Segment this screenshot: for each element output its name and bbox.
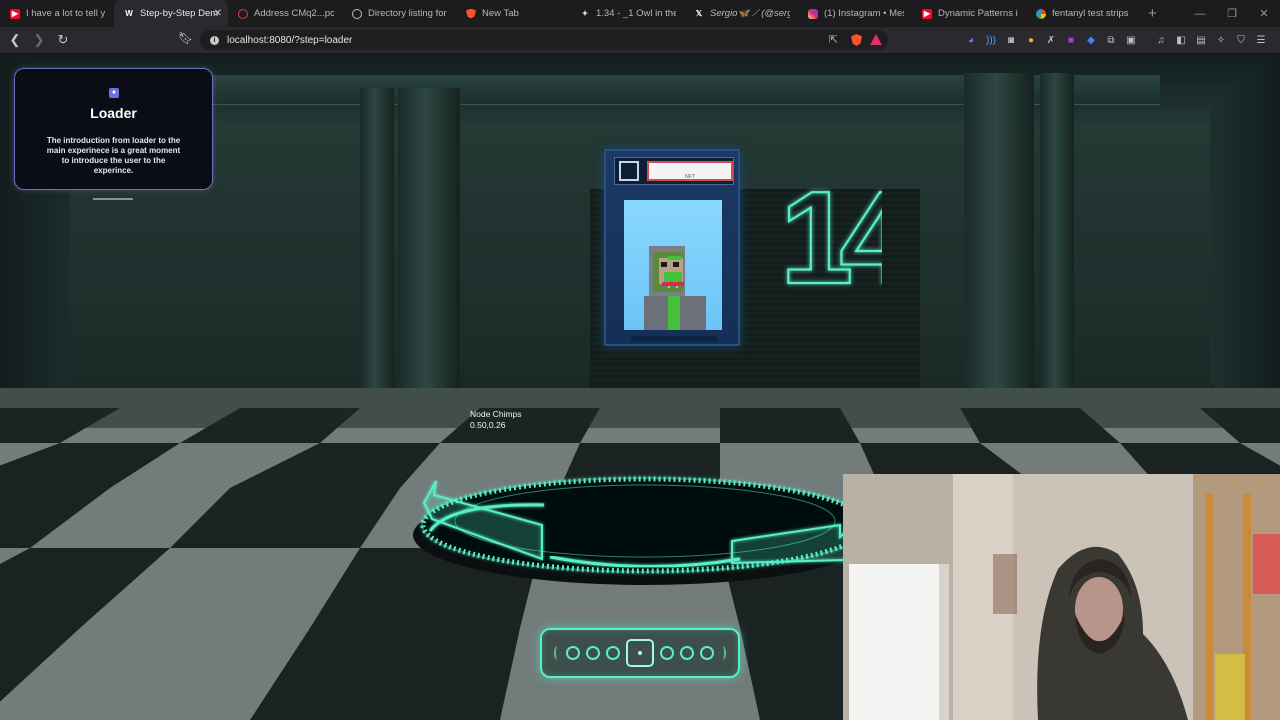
step-dot[interactable]	[660, 646, 674, 660]
card-divider	[93, 198, 133, 200]
frame-logo-icon	[619, 161, 639, 181]
tab-title: Directory listing for /	[368, 8, 448, 19]
tab-title: Sergio🦋 ⟋ (@sergio	[710, 8, 790, 19]
address-bar[interactable]: i localhost:8080/?step=loader ⇱	[200, 30, 888, 50]
step-dot[interactable]	[700, 646, 714, 660]
url-text[interactable]: localhost:8080/?step=loader	[227, 35, 352, 46]
extension-icon[interactable]: ✗	[1044, 33, 1058, 47]
nft-label: NFT	[647, 161, 733, 181]
tab-google[interactable]: fentanyl test strips - G	[1026, 0, 1140, 27]
bookmark-icon[interactable]: 🔖︎	[178, 31, 193, 45]
webcam-feed	[843, 474, 1280, 720]
tab-title: Address CMq2...pcrF	[254, 8, 334, 19]
tab-instagram[interactable]: (1) Instagram • Messa	[798, 0, 912, 27]
hologram-platform[interactable]	[410, 433, 880, 593]
restore-icon[interactable]: ❐	[1216, 0, 1248, 27]
close-tab-icon[interactable]: ✕	[214, 8, 222, 19]
tab-title: fentanyl test strips - G	[1052, 8, 1132, 19]
youtube-icon: ▶	[10, 8, 20, 19]
stepper-left-edge	[554, 646, 560, 660]
neon-numeral-text: 14	[780, 175, 882, 291]
step-dot[interactable]	[606, 646, 620, 660]
step-title: Loader	[90, 105, 137, 121]
google-icon	[1036, 8, 1046, 19]
back-icon[interactable]: ❮	[5, 30, 25, 50]
w-logo-icon: W	[125, 8, 133, 18]
globe-icon	[352, 8, 362, 19]
app-icon: ✦	[581, 8, 589, 18]
share-icon[interactable]: ⇱	[829, 33, 838, 46]
tab-title: (1) Instagram • Messa	[824, 8, 904, 19]
step-info-card: ● Loader The introduction from loader to…	[14, 68, 213, 190]
split-view-icon[interactable]: ◧	[1174, 33, 1188, 47]
tab-step-by-step[interactable]: W Step-by-Step Dem ✕	[114, 0, 228, 27]
tab-title: I have a lot to tell y	[26, 8, 106, 19]
tab-owl[interactable]: ✦ 1.34 - _1 Owl in the N	[570, 0, 684, 27]
nft-label-text: NFT	[685, 174, 695, 180]
circle-icon	[238, 8, 248, 19]
site-info-icon[interactable]: i	[210, 35, 219, 45]
node-label: Node Chimps 0.50,0.26	[470, 409, 522, 431]
neon-number-14: 14	[779, 175, 882, 291]
new-tab-icon[interactable]: +	[1148, 5, 1157, 22]
step-badge-icon: ●	[109, 88, 119, 98]
instagram-icon	[808, 8, 818, 19]
window-controls: — ❐ ✕	[1184, 0, 1280, 27]
tab-directory[interactable]: Directory listing for /	[342, 0, 456, 27]
nft-frame[interactable]: NFT	[604, 149, 740, 346]
step-navigator[interactable]	[540, 628, 740, 678]
tab-address[interactable]: Address CMq2...pcrF	[228, 0, 342, 27]
tab-youtube-1[interactable]: ▶ I have a lot to tell y	[0, 0, 114, 27]
x-icon: 𝕏	[695, 8, 703, 18]
step-dot[interactable]	[566, 646, 580, 660]
menu-icon[interactable]: ☰	[1254, 33, 1268, 47]
music-icon[interactable]: ♫	[1154, 33, 1168, 47]
webcam-overlay	[843, 474, 1280, 720]
brave-icon	[466, 8, 476, 19]
brave-rewards-icon[interactable]	[870, 34, 882, 45]
youtube-icon: ▶	[922, 8, 932, 19]
extension-icon[interactable]: ■	[1064, 33, 1078, 47]
extension-icon[interactable]: ◕	[964, 33, 978, 47]
close-window-icon[interactable]: ✕	[1248, 0, 1280, 27]
tab-title: Dynamic Patterns in W	[938, 8, 1018, 19]
pixel-chimp-avatar	[644, 246, 706, 330]
node-name: Node Chimps	[470, 409, 522, 419]
stepper-right-edge	[720, 646, 726, 660]
node-coordinates: 0.50,0.26	[470, 420, 506, 430]
window-light	[849, 564, 945, 720]
tab-bar: ▶ I have a lot to tell y W Step-by-Step …	[0, 0, 1280, 27]
tab-youtube-2[interactable]: ▶ Dynamic Patterns in W	[912, 0, 1026, 27]
tab-title: 1.34 - _1 Owl in the N	[596, 8, 676, 19]
tab-x-sergio[interactable]: 𝕏 Sergio🦋 ⟋ (@sergio	[684, 0, 798, 27]
brave-shields-icon[interactable]	[851, 34, 862, 46]
reload-icon[interactable]: ↻	[53, 30, 73, 50]
minimize-icon[interactable]: —	[1184, 0, 1216, 27]
tab-title: Step-by-Step Dem	[140, 8, 219, 19]
nft-frame-header: NFT	[614, 157, 734, 185]
sidebar-icon[interactable]: ▣	[1124, 33, 1138, 47]
browser-toolbar: ❮ ❯ ↻ 🔖︎ i localhost:8080/?step=loader ⇱…	[0, 27, 1280, 53]
step-dot[interactable]	[680, 646, 694, 660]
extension-icon[interactable]: ●	[1024, 33, 1038, 47]
wallet-icon[interactable]: ▤	[1194, 33, 1208, 47]
extension-icon[interactable]: ◆	[1084, 33, 1098, 47]
extensions-bar: ◕ ))) ◙ ● ✗ ■ ◆ ⧉ ▣ ♫ ◧ ▤ ✧ ⛉ ☰	[964, 31, 1268, 49]
step-dot[interactable]	[586, 646, 600, 660]
frame-base	[631, 336, 717, 342]
puzzle-icon[interactable]: ⧉	[1104, 33, 1118, 47]
vpn-icon[interactable]: ⛉	[1234, 33, 1248, 47]
chimp-portrait	[624, 200, 722, 330]
extension-icon[interactable]: )))	[984, 33, 998, 47]
step-description: The introduction from loader to the main…	[46, 136, 181, 175]
camera-icon[interactable]: ◙	[1004, 33, 1018, 47]
screen: ▶ I have a lot to tell y W Step-by-Step …	[0, 0, 1280, 720]
step-dot-active[interactable]	[626, 639, 654, 667]
leo-ai-icon[interactable]: ✧	[1214, 33, 1228, 47]
tab-title: New Tab	[482, 8, 519, 19]
tab-new-tab[interactable]: New Tab	[456, 0, 570, 27]
forward-icon[interactable]: ❯	[29, 30, 49, 50]
